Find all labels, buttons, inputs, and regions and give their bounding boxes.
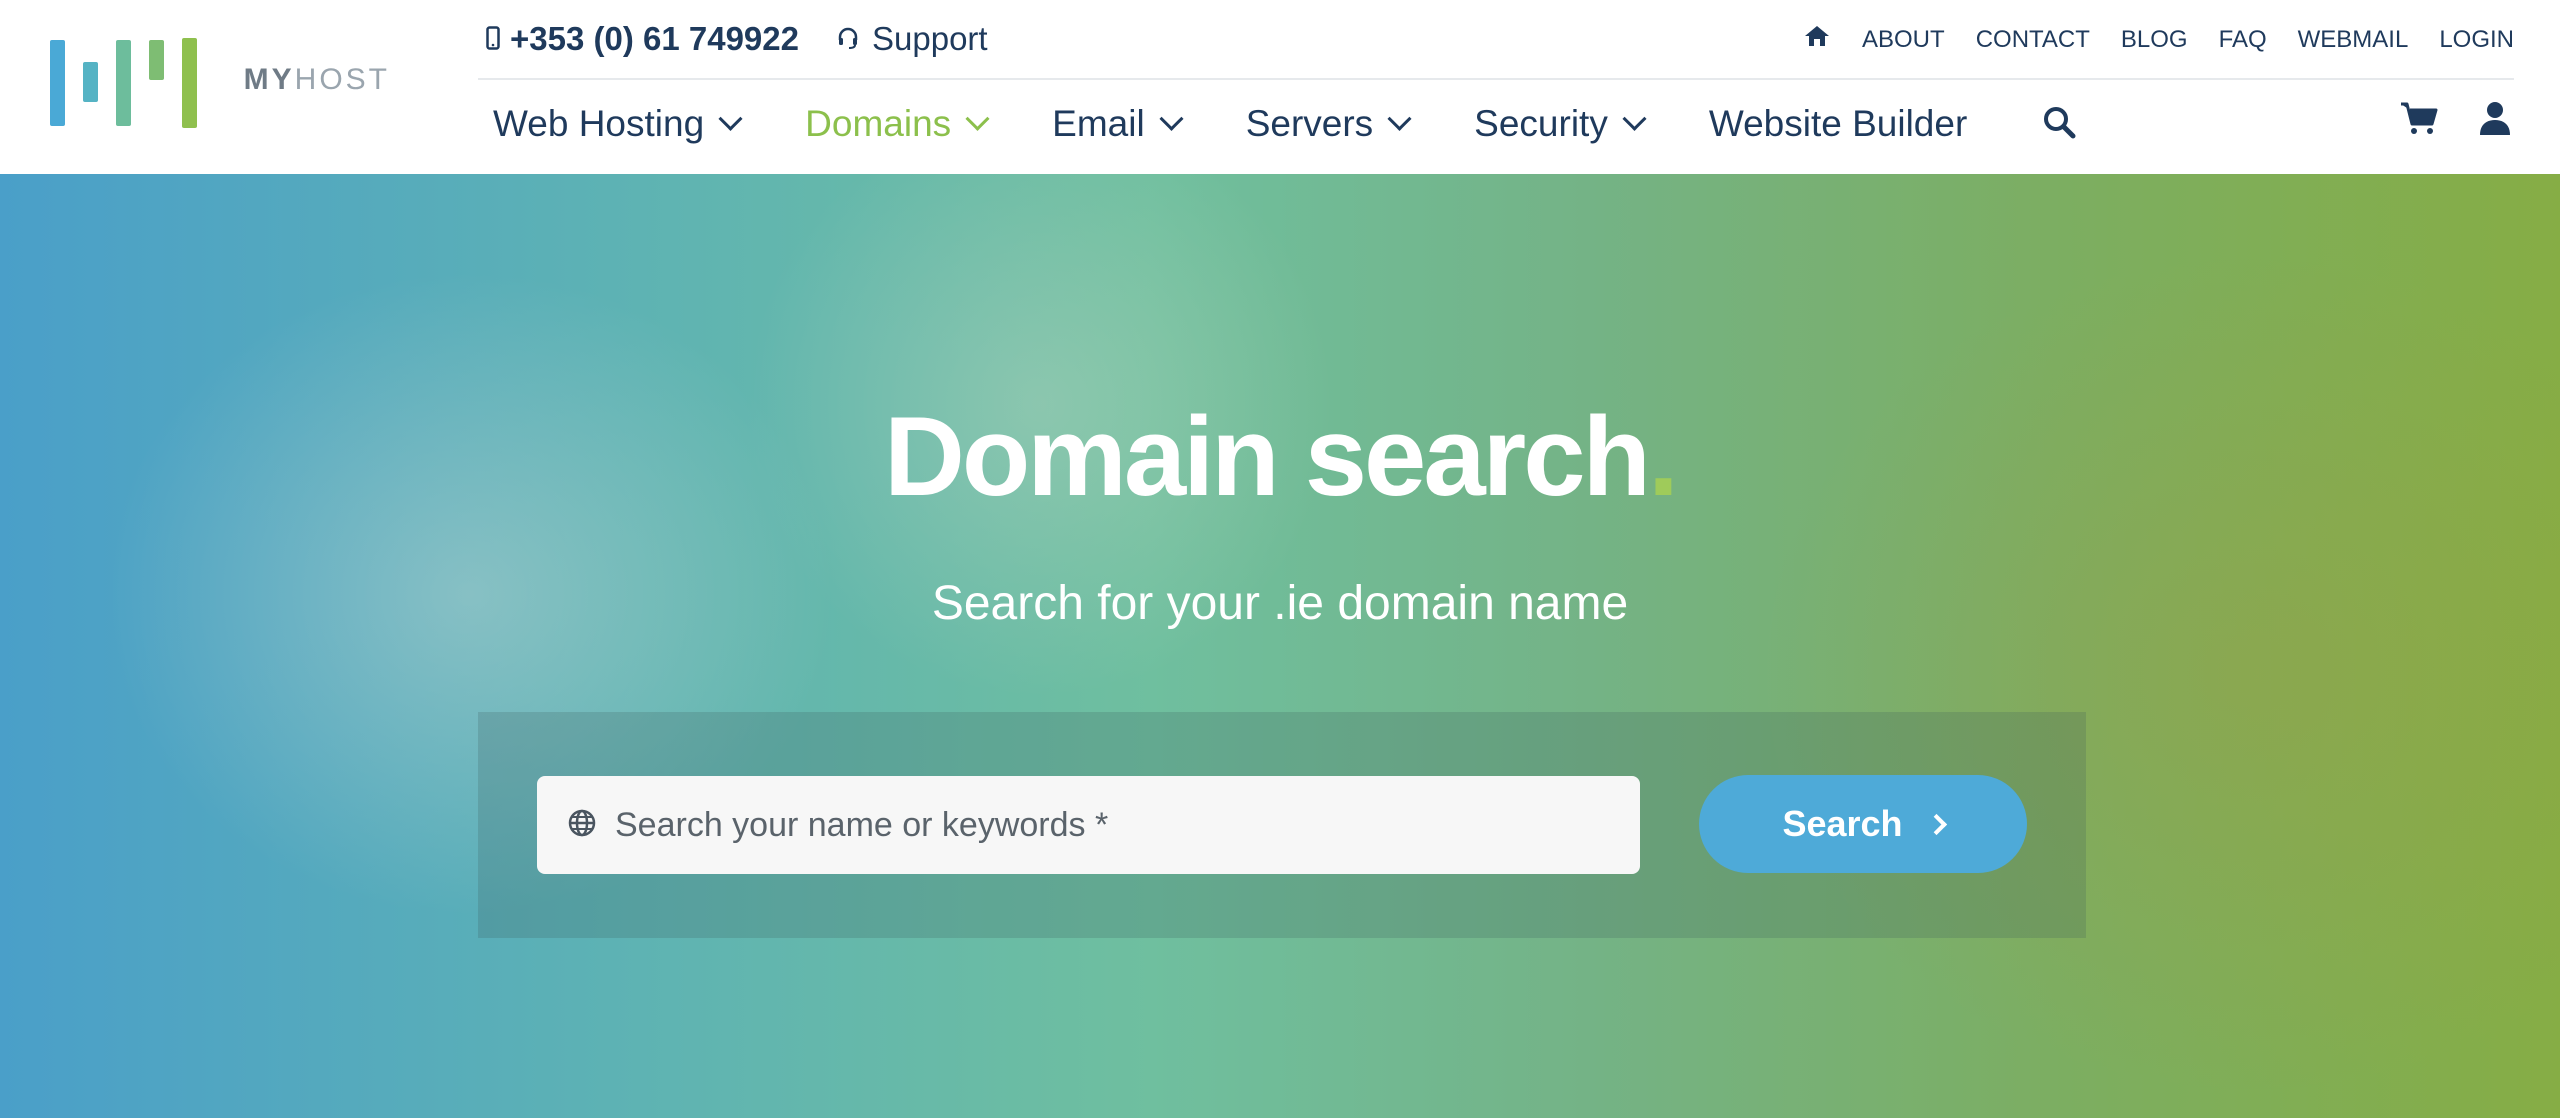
chevron-down-icon (1387, 106, 1412, 131)
chevron-down-icon (1159, 106, 1184, 131)
nav-label: Servers (1245, 103, 1374, 144)
search-button-label: Search (1782, 803, 1903, 844)
domain-search-field[interactable] (537, 776, 1640, 874)
nav-item-website-builder[interactable]: Website Builder (1709, 103, 1967, 145)
utility-link-login[interactable]: LOGIN (2439, 26, 2514, 54)
nav-item-domains[interactable]: Domains (805, 103, 990, 145)
domain-search-panel: Search (478, 712, 2086, 938)
cart-icon[interactable] (2399, 100, 2439, 141)
phone-number: +353 (0) 61 749922 (510, 20, 799, 57)
utility-link-webmail[interactable]: WEBMAIL (2298, 26, 2409, 54)
search-icon[interactable] (2041, 104, 2077, 145)
nav-item-servers[interactable]: Servers (1245, 103, 1412, 145)
phone-link[interactable]: +353 (0) 61 749922 (486, 20, 799, 58)
utility-link-faq[interactable]: FAQ (2219, 26, 2267, 54)
logo-bars-icon (50, 38, 197, 130)
home-icon[interactable] (1803, 24, 1831, 55)
utility-link-blog[interactable]: BLOG (2121, 26, 2188, 54)
search-button[interactable]: Search (1699, 775, 2027, 873)
top-bar: +353 (0) 61 749922 Support ABOUT CONTACT… (478, 0, 2514, 80)
support-label: Support (872, 20, 988, 57)
mobile-phone-icon (486, 20, 500, 58)
myhost-logo[interactable]: MYHOST (50, 38, 390, 130)
nav-item-web-hosting[interactable]: Web Hosting (493, 103, 743, 145)
user-account-icon[interactable] (2477, 100, 2513, 141)
page-title: Domain search. (883, 394, 1679, 519)
hero-subtitle: Search for your .ie domain name (931, 577, 1629, 630)
hero-banner: Domain search. Search for your .ie domai… (0, 174, 2560, 1118)
utility-link-about[interactable]: ABOUT (1862, 26, 1945, 54)
chevron-right-icon (1925, 813, 1947, 835)
nav-label: Web Hosting (493, 103, 705, 144)
utility-link-contact[interactable]: CONTACT (1976, 26, 2090, 54)
chevron-down-icon (718, 106, 743, 131)
nav-actions (2399, 100, 2513, 141)
main-navigation: Web Hosting Domains Email Servers Securi… (493, 94, 2513, 154)
globe-icon (567, 808, 597, 843)
headset-icon (836, 20, 860, 58)
nav-label: Security (1474, 103, 1608, 144)
chevron-down-icon (965, 106, 990, 131)
domain-search-input[interactable] (613, 804, 1597, 846)
nav-label: Domains (805, 103, 952, 144)
nav-label: Website Builder (1708, 103, 1968, 144)
nav-item-email[interactable]: Email (1052, 103, 1184, 145)
support-link[interactable]: Support (836, 20, 988, 58)
logo-wordmark: MYHOST (243, 63, 390, 96)
nav-label: Email (1052, 103, 1145, 144)
chevron-down-icon (1622, 106, 1647, 131)
utility-links: ABOUT CONTACT BLOG FAQ WEBMAIL LOGIN (1803, 24, 2514, 55)
site-header: MYHOST +353 (0) 61 749922 Support ABOUT … (0, 0, 2560, 174)
nav-item-security[interactable]: Security (1474, 103, 1647, 145)
